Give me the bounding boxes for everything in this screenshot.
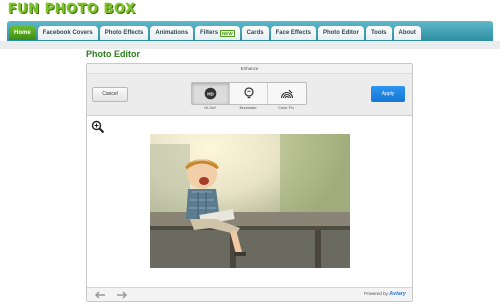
undo-arrow-icon[interactable]	[93, 290, 107, 300]
tab-label: About	[398, 30, 416, 36]
apply-button[interactable]: Apply	[371, 86, 405, 102]
tool-hi-def[interactable]: HD	[192, 83, 230, 104]
tab-label: Animations	[155, 30, 189, 36]
tab-photo-editor[interactable]: Photo Editor	[317, 26, 364, 40]
enhance-tool-group: HD	[191, 82, 307, 105]
editor-toolbar: Cancel HD Hi-Def Illuminate Color Fix Ap…	[87, 74, 412, 116]
powered-by-text: Powered by	[364, 291, 388, 296]
tab-animations[interactable]: Animations	[150, 26, 194, 40]
tab-label: Home	[14, 30, 31, 36]
zoom-in-icon[interactable]	[91, 120, 105, 134]
bulb-icon	[243, 87, 254, 99]
page-title: Photo Editor	[86, 49, 140, 59]
svg-text:HD: HD	[207, 91, 214, 96]
photo-editor-panel: Enhance Cancel HD Hi-Def Illuminate Colo…	[86, 63, 413, 302]
cancel-button[interactable]: Cancel	[92, 87, 128, 102]
photo-canvas[interactable]	[150, 134, 350, 268]
powered-by: Powered by Aviary	[364, 291, 406, 297]
tab-label: Facebook Covers	[42, 30, 93, 36]
nav-tabs: Home Facebook Covers Photo Effects Anima…	[9, 26, 421, 40]
new-badge: NEW	[220, 29, 235, 37]
tab-face-effects[interactable]: Face Effects	[270, 26, 316, 40]
tab-label: Filters	[200, 30, 219, 36]
hd-icon: HD	[204, 87, 217, 100]
main-nav: Home Facebook Covers Photo Effects Anima…	[0, 21, 500, 41]
app-logo[interactable]: FUN PHOTO BOX	[8, 2, 136, 17]
editor-header: Enhance	[87, 64, 412, 74]
tab-home[interactable]: Home	[9, 26, 36, 40]
tool-color-fix[interactable]	[268, 83, 306, 104]
tab-label: Tools	[370, 30, 387, 36]
tool-label-illuminate: Illuminate	[239, 105, 257, 110]
tool-labels: Hi-Def Illuminate Color Fix	[191, 105, 305, 110]
tab-label: Photo Effects	[104, 30, 144, 36]
tab-cards[interactable]: Cards	[241, 26, 269, 40]
tool-illuminate[interactable]	[230, 83, 268, 104]
nav-underbar	[0, 41, 500, 49]
aviary-brand[interactable]: Aviary	[389, 291, 406, 297]
tab-about[interactable]: About	[393, 26, 421, 40]
tab-label: Cards	[246, 30, 264, 36]
boy-on-bench-photo	[150, 134, 350, 268]
tab-label: Face Effects	[275, 30, 311, 36]
tool-label-color-fix: Color Fix	[277, 105, 294, 110]
redo-arrow-icon[interactable]	[115, 290, 129, 300]
editor-footer: Powered by Aviary	[87, 287, 412, 301]
tab-tools[interactable]: Tools	[365, 26, 392, 40]
tab-filters[interactable]: Filters NEW	[195, 26, 240, 40]
rainbow-icon	[280, 89, 294, 98]
tab-label: Photo Editor	[322, 30, 359, 36]
tool-label-hi-def: Hi-Def	[204, 105, 216, 110]
tab-photo-effects[interactable]: Photo Effects	[99, 26, 149, 40]
tab-facebook-covers[interactable]: Facebook Covers	[37, 26, 98, 40]
